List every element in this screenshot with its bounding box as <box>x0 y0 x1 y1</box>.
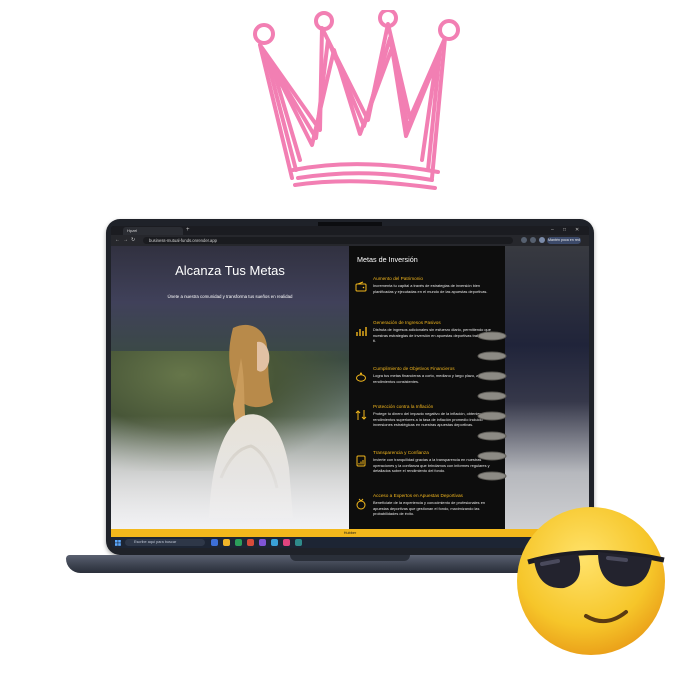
bookmark-icon[interactable] <box>530 237 536 243</box>
close-icon[interactable]: ✕ <box>575 226 579 235</box>
decorative-image <box>505 246 589 529</box>
laptop-screen: Hpzel + – □ ✕ ← → ↻ business-mutual-fund… <box>111 226 589 548</box>
reload-icon[interactable]: ↻ <box>131 235 135 246</box>
coin-stack-image <box>477 331 507 481</box>
web-page: Alcanza Tus Metas Únete a nuestra comuni… <box>111 246 589 529</box>
browser-toolbar: ← → ↻ business-mutual-funds.onrender.app… <box>111 235 589 246</box>
goal-title: Generación de Ingresos Pasivos <box>373 320 441 325</box>
goal-title: Cumplimiento de Objetivos Financieros <box>373 366 455 371</box>
hero-subtitle: Únete a nuestra comunidad y transforma t… <box>167 294 293 299</box>
document-icon <box>356 455 366 467</box>
goal-title: Protección contra la Inflación <box>373 404 434 409</box>
continue-button[interactable]: Mantén poca en red <box>547 237 581 244</box>
goal-title: Acceso a Expertos en Apuestas Deportivas <box>373 493 463 498</box>
laptop-hinge <box>290 555 410 561</box>
translate-icon[interactable] <box>521 237 527 243</box>
piggy-bank-icon <box>356 372 366 382</box>
browser-tabbar: Hpzel + – □ ✕ <box>111 226 589 235</box>
browser-tab[interactable]: Hpzel <box>123 227 183 235</box>
wallet-icon <box>355 281 367 292</box>
medal-icon <box>356 498 366 510</box>
taskbar-app-icon[interactable] <box>211 539 218 546</box>
taskbar-search[interactable]: Escribe aquí para buscar <box>125 539 205 546</box>
hero-gradient <box>111 416 349 529</box>
folder-icon[interactable] <box>223 539 230 546</box>
maximize-icon[interactable]: □ <box>563 226 566 235</box>
crown-doodle <box>253 10 460 190</box>
goal-title: Aumento del Patrimonio <box>373 276 424 281</box>
edge-icon[interactable] <box>235 539 242 546</box>
windows-start-icon[interactable] <box>115 540 121 546</box>
panel-title: Metas de Inversión <box>357 255 418 264</box>
sunglasses-emoji <box>517 507 665 655</box>
new-tab-icon[interactable]: + <box>186 226 190 235</box>
settings-icon[interactable] <box>295 539 302 546</box>
teams-icon[interactable] <box>259 539 266 546</box>
arrows-icon <box>355 410 367 420</box>
photos-icon[interactable] <box>283 539 290 546</box>
forward-icon[interactable]: → <box>123 235 128 246</box>
chrome-icon[interactable] <box>247 539 254 546</box>
goal-text: Incrementa tu capital a través de estrat… <box>373 283 488 294</box>
bar-chart-icon <box>356 327 367 336</box>
hero-section: Alcanza Tus Metas Únete a nuestra comuni… <box>111 246 349 529</box>
mail-icon[interactable] <box>271 539 278 546</box>
hero-title: Alcanza Tus Metas <box>175 263 285 278</box>
profile-avatar[interactable] <box>539 237 545 243</box>
address-bar[interactable]: business-mutual-funds.onrender.app <box>143 237 513 244</box>
back-icon[interactable]: ← <box>115 235 120 246</box>
minimize-icon[interactable]: – <box>551 226 554 235</box>
goal-title: Transparencia y Confianza <box>373 450 429 455</box>
